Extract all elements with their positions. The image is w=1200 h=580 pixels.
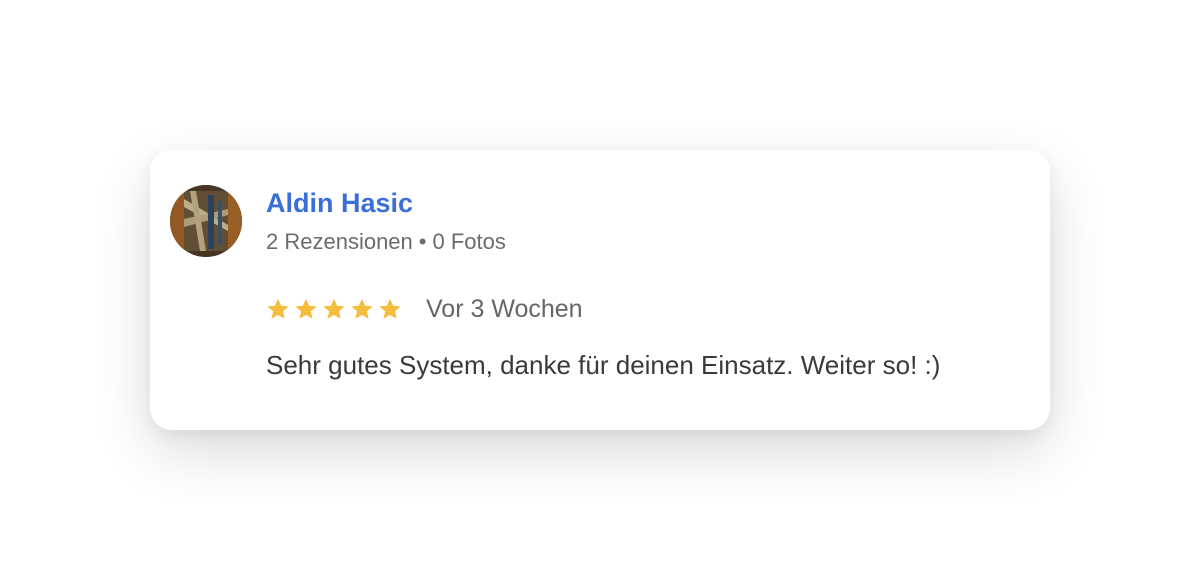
star-icon [323,298,345,319]
star-icon [379,298,401,319]
star-icon [295,298,317,319]
star-icon [351,298,373,319]
star-icon [267,298,289,319]
review-text: Sehr gutes System, danke für deinen Eins… [266,350,941,380]
meta-separator: • [418,229,427,254]
reviewer-meta: 2 Rezensionen • 0 Fotos [266,229,506,255]
review-card: Aldin Hasic 2 Rezensionen • 0 Fotos Vor 3 … [150,150,1050,430]
photos-count: 0 Fotos [432,229,506,254]
avatar[interactable] [170,185,242,257]
avatar-image [170,185,242,257]
star-rating [266,297,402,321]
rating-row: Vor 3 Wochen [266,289,583,329]
review-date: Vor 3 Wochen [426,294,583,323]
reviewer-name[interactable]: Aldin Hasic [266,188,413,219]
reviews-count: 2 Rezensionen [266,229,413,254]
